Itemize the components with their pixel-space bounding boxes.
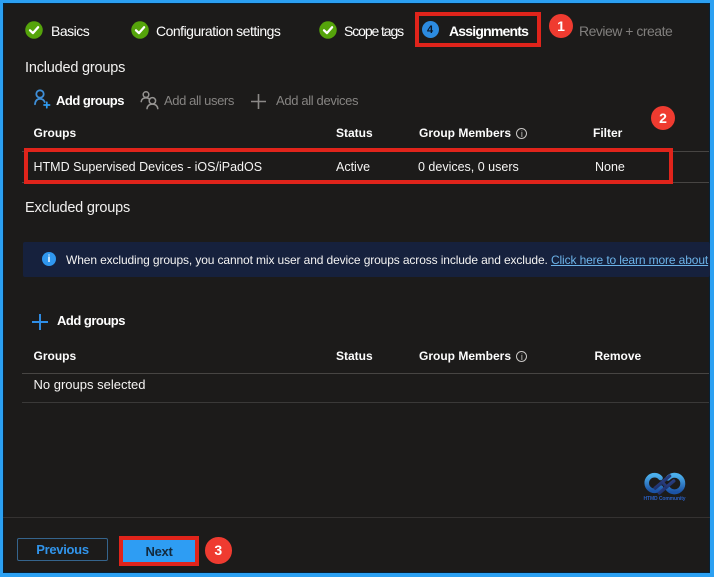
svg-text:HTMD Community: HTMD Community — [644, 496, 686, 502]
